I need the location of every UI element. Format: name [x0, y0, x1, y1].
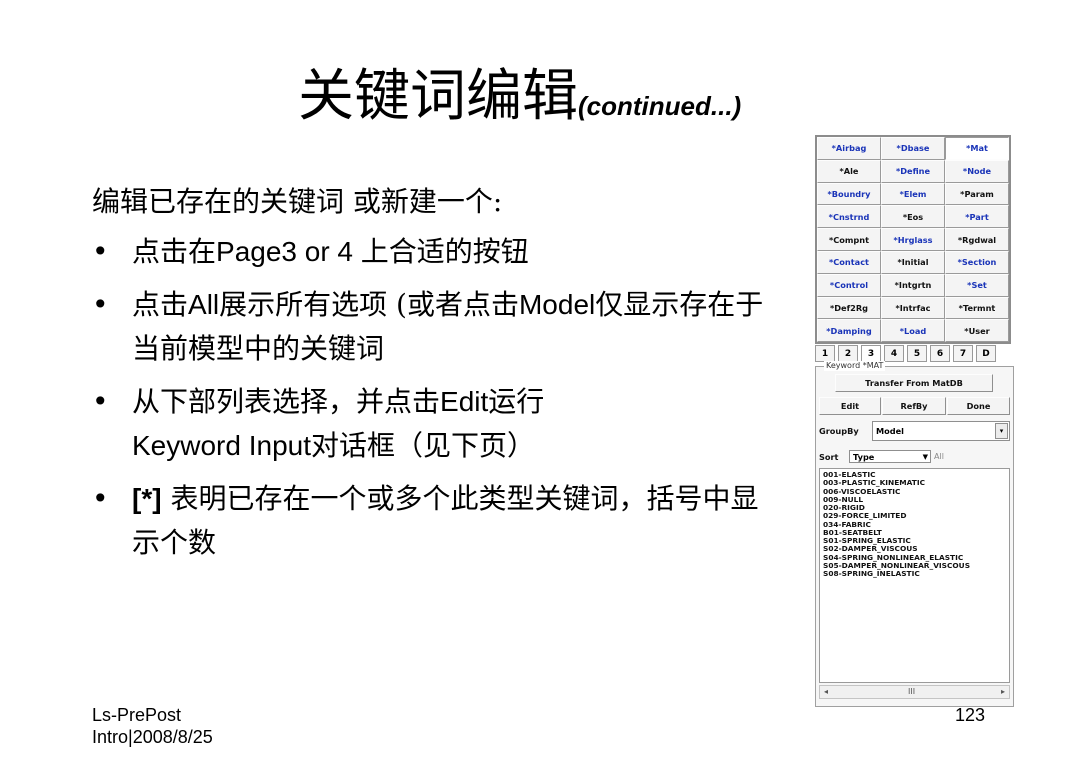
bullet-text: 运行 — [488, 385, 545, 418]
bullet-text: 从下部列表选择，并点击 — [132, 385, 441, 418]
sort-value: Type — [853, 451, 875, 462]
title-main: 关键词编辑 — [298, 64, 578, 129]
keyword-button-mat[interactable]: *Mat — [945, 137, 1009, 160]
footer-date: Intro|2008/8/25 — [92, 727, 213, 747]
bullet-item: • 点击All展示所有选项 (或者点击Model仅显示存在于当前模型中的关键词 — [92, 283, 772, 371]
chevron-down-icon[interactable]: ▾ — [995, 423, 1008, 439]
keyword-panel: *Airbag *Dbase *Mat *Ale *Define *Node *… — [815, 135, 1014, 707]
groupby-label: GroupBy — [819, 426, 859, 436]
edit-button[interactable]: Edit — [819, 397, 881, 415]
scroll-thumb-grip-icon[interactable]: III — [908, 686, 915, 698]
keyword-group-box: Keyword *MAT Transfer From MatDB Edit Re… — [815, 361, 1014, 707]
page-tab-7[interactable]: 7 — [953, 345, 973, 362]
bullet-text: Keyword Input — [132, 430, 311, 461]
keyword-button-ale[interactable]: *Ale — [817, 159, 881, 183]
bullet-item: • 点击在Page3 or 4 上合适的按钮 — [92, 230, 772, 274]
keyword-list: 001-ELASTIC 003-PLASTIC_KINEMATIC 006-VI… — [820, 469, 1009, 578]
all-filter[interactable]: All — [934, 450, 1010, 463]
transfer-from-matdb-button[interactable]: Transfer From MatDB — [835, 374, 993, 392]
bullet-text: All — [188, 289, 220, 320]
keyword-button-hrglass[interactable]: *Hrglass — [881, 228, 945, 251]
keyword-button-part[interactable]: *Part — [945, 205, 1009, 229]
horizontal-scrollbar[interactable]: ◂ III ▸ — [819, 685, 1010, 699]
done-button[interactable]: Done — [947, 397, 1010, 415]
footer-title: Ls-PrePost — [92, 705, 182, 725]
keyword-button-intgrtn[interactable]: *Intgrtn — [881, 273, 945, 297]
bullet-text: 对话框（见下页） — [311, 429, 536, 462]
page-tab-3[interactable]: 3 — [861, 345, 881, 362]
keyword-button-node[interactable]: *Node — [945, 159, 1009, 183]
bullet-text: 点击 — [132, 288, 189, 321]
page-tab-2[interactable]: 2 — [838, 345, 858, 362]
scroll-right-icon[interactable]: ▸ — [1001, 686, 1005, 698]
keyword-button-damping[interactable]: *Damping — [817, 319, 881, 343]
bullet-text: 表明已存在一个或多个此类型关键词，括号中显示个数 — [132, 482, 759, 559]
bullet-text: 上合适的按钮 — [360, 235, 529, 268]
keyword-button-user[interactable]: *User — [945, 319, 1009, 343]
keyword-button-param[interactable]: *Param — [945, 182, 1009, 206]
chevron-down-icon: ▼ — [922, 453, 928, 461]
bullet-text: 展示所有选项 (或者点击 — [219, 288, 519, 321]
keyword-button-cnstrnd[interactable]: *Cnstrnd — [817, 205, 881, 229]
bullet-dot: • — [92, 235, 109, 268]
bullet-text: Model — [518, 289, 596, 320]
page-tab-6[interactable]: 6 — [930, 345, 950, 362]
bullet-item: • [*] 表明已存在一个或多个此类型关键词，括号中显示个数 — [92, 477, 772, 565]
page-tab-d[interactable]: D — [976, 345, 996, 362]
keyword-button-initial[interactable]: *Initial — [881, 250, 945, 274]
bullet-list: • 点击在Page3 or 4 上合适的按钮 • 点击All展示所有选项 (或者… — [92, 230, 772, 574]
all-label: All — [934, 452, 944, 461]
footer-left: Ls-PrePost Intro|2008/8/25 — [92, 704, 213, 748]
keyword-button-set[interactable]: *Set — [945, 273, 1009, 297]
bullet-text: Edit — [440, 386, 489, 417]
scroll-left-icon[interactable]: ◂ — [824, 686, 828, 698]
list-item[interactable]: S08-SPRING_INELASTIC — [823, 569, 1009, 578]
slide-title: 关键词编辑(continued...) — [298, 62, 741, 132]
sort-select[interactable]: Type ▼ — [849, 450, 931, 463]
keyword-button-def2rg[interactable]: *Def2Rg — [817, 296, 881, 320]
keyword-button-grid: *Airbag *Dbase *Mat *Ale *Define *Node *… — [815, 135, 1011, 345]
intro-text: 编辑已存在的关键词 或新建一个: — [92, 185, 503, 218]
bullet-text: Page3 or 4 — [216, 236, 361, 267]
page-tab-5[interactable]: 5 — [907, 345, 927, 362]
keyword-button-intrfac[interactable]: *Intrfac — [881, 296, 945, 320]
page-tab-4[interactable]: 4 — [884, 345, 904, 362]
bullet-dot: • — [92, 482, 109, 515]
groupby-value: Model — [876, 426, 904, 436]
keyword-group-legend: Keyword *MAT — [824, 361, 886, 371]
bullet-emphasis: [*] — [132, 483, 162, 514]
keyword-button-compnt[interactable]: *Compnt — [817, 228, 881, 251]
refby-button[interactable]: RefBy — [882, 397, 946, 415]
keyword-button-rgdwal[interactable]: *Rgdwal — [945, 228, 1009, 251]
keyword-button-elem[interactable]: *Elem — [881, 182, 945, 206]
keyword-button-airbag[interactable]: *Airbag — [817, 137, 881, 160]
bullet-item: • 从下部列表选择，并点击Edit运行 Keyword Input对话框（见下页） — [92, 380, 772, 468]
groupby-select[interactable]: Model ▾ — [872, 421, 1010, 441]
bullet-dot: • — [92, 385, 109, 418]
bullet-text: 点击在 — [132, 235, 217, 268]
keyword-button-dbase[interactable]: *Dbase — [881, 137, 945, 160]
keyword-button-eos[interactable]: *Eos — [881, 205, 945, 229]
keyword-button-define[interactable]: *Define — [881, 159, 945, 183]
bullet-dot: • — [92, 288, 109, 321]
keyword-button-boundry[interactable]: *Boundry — [817, 182, 881, 206]
title-suffix: (continued...) — [578, 91, 742, 121]
keyword-button-contact[interactable]: *Contact — [817, 250, 881, 274]
keyword-button-load[interactable]: *Load — [881, 319, 945, 343]
sort-label: Sort — [819, 452, 839, 462]
keyword-button-termnt[interactable]: *Termnt — [945, 296, 1009, 320]
page-number: 123 — [955, 705, 986, 725]
keyword-button-control[interactable]: *Control — [817, 273, 881, 297]
keyword-button-section[interactable]: *Section — [945, 250, 1009, 274]
keyword-listbox[interactable]: 001-ELASTIC 003-PLASTIC_KINEMATIC 006-VI… — [819, 468, 1010, 683]
page-tab-1[interactable]: 1 — [815, 345, 835, 362]
